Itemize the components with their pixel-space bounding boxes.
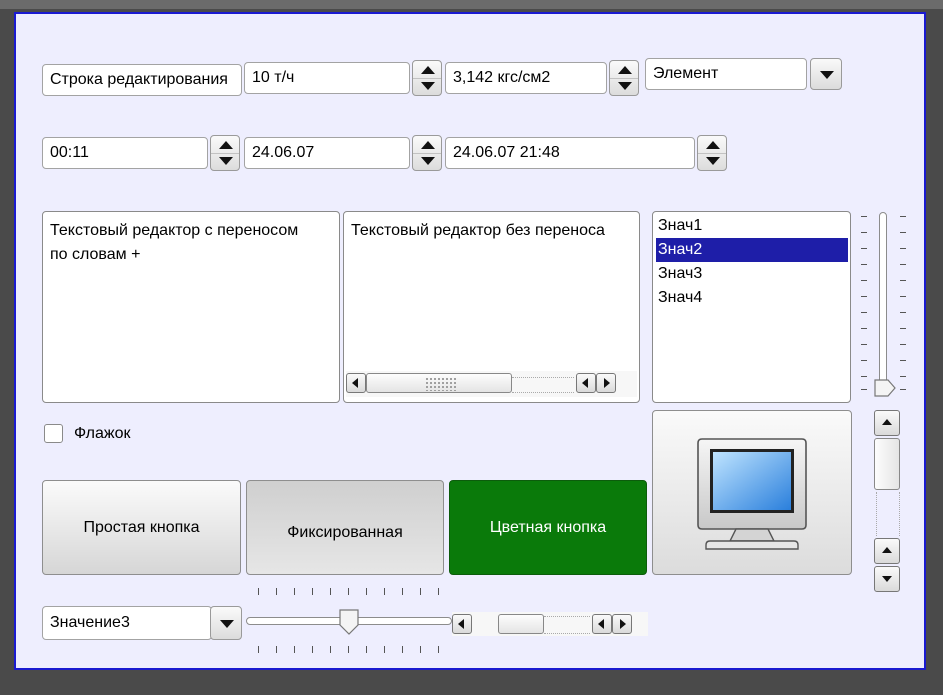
list-item[interactable]: Знач1 xyxy=(656,214,848,238)
element-combo-dropdown-button[interactable] xyxy=(810,58,842,90)
arrow-left-icon xyxy=(458,619,464,629)
controls-panel: Строка редактирования 10 т/ч 3,142 кгс/с… xyxy=(14,12,926,670)
simple-button[interactable]: Простая кнопка xyxy=(42,480,241,575)
list-item[interactable]: Знач3 xyxy=(656,262,848,286)
arrow-down-icon xyxy=(618,82,632,90)
rate-spin-buttons[interactable] xyxy=(412,60,442,96)
horizontal-scrollbar[interactable] xyxy=(346,371,637,397)
window-top-bar xyxy=(0,0,943,9)
arrow-down-icon xyxy=(421,82,435,90)
value-combo-field[interactable]: Значение3 xyxy=(42,606,212,640)
scroll-right-button[interactable] xyxy=(612,614,632,634)
scroll-up-button[interactable] xyxy=(874,538,900,564)
edit-line-field[interactable]: Строка редактирования xyxy=(42,64,242,96)
pressure-spin-field[interactable]: 3,142 кгс/см2 xyxy=(445,62,607,94)
fixed-toggle-button[interactable]: Фиксированная xyxy=(246,480,444,575)
scroll-left-button[interactable] xyxy=(452,614,472,634)
rate-spin-field[interactable]: 10 т/ч xyxy=(244,62,410,94)
spin-up-button[interactable] xyxy=(610,61,638,79)
arrow-right-icon xyxy=(620,619,626,629)
picture-button[interactable] xyxy=(652,410,852,575)
arrow-right-icon xyxy=(604,378,610,388)
scroll-left-button[interactable] xyxy=(576,373,596,393)
scroll-track[interactable] xyxy=(544,616,590,634)
colored-button-label: Цветная кнопка xyxy=(489,518,607,536)
arrow-left-icon xyxy=(352,378,358,388)
chevron-down-icon xyxy=(220,620,234,628)
list-item-selected[interactable]: Знач2 xyxy=(656,238,848,262)
arrow-down-icon xyxy=(219,157,233,165)
spin-up-button[interactable] xyxy=(698,136,726,154)
pressure-spin-buttons[interactable] xyxy=(609,60,639,96)
scroll-track[interactable] xyxy=(512,377,574,393)
spin-up-button[interactable] xyxy=(413,61,441,79)
scroll-thumb[interactable] xyxy=(874,438,900,490)
datetime-field[interactable]: 24.06.07 21:48 xyxy=(445,137,695,169)
simple-button-label: Простая кнопка xyxy=(83,518,200,536)
checkbox-label: Флажок xyxy=(74,425,131,442)
date-field[interactable]: 24.06.07 xyxy=(244,137,410,169)
datetime-spin-buttons[interactable] xyxy=(697,135,727,171)
checkbox-flag[interactable]: Флажок xyxy=(42,422,172,446)
spin-up-button[interactable] xyxy=(413,136,441,154)
vertical-slider[interactable] xyxy=(860,208,908,404)
arrow-up-icon xyxy=(706,141,720,149)
arrow-up-icon xyxy=(882,547,892,553)
scroll-left-button[interactable] xyxy=(592,614,612,634)
scroll-left-button[interactable] xyxy=(346,373,366,393)
slider-thumb[interactable] xyxy=(873,378,897,398)
monitor-icon xyxy=(697,437,807,550)
text-editor-wrap-content: Текстовый редактор с переносом по словам… xyxy=(50,222,299,263)
arrow-up-icon xyxy=(882,419,892,425)
arrow-up-icon xyxy=(219,141,233,149)
vertical-scrollbar[interactable] xyxy=(872,410,904,600)
text-editor-nowrap[interactable]: Текстовый редактор без переноса xyxy=(343,211,640,403)
scroll-down-button[interactable] xyxy=(874,566,900,592)
colored-button[interactable]: Цветная кнопка xyxy=(449,480,647,575)
spin-up-button[interactable] xyxy=(211,136,239,154)
time-spin-buttons[interactable] xyxy=(210,135,240,171)
arrow-up-icon xyxy=(421,66,435,74)
small-horizontal-scrollbar[interactable] xyxy=(452,612,648,636)
checkbox-box[interactable] xyxy=(44,424,63,443)
arrow-down-icon xyxy=(421,157,435,165)
spin-down-button[interactable] xyxy=(610,78,638,95)
spin-down-button[interactable] xyxy=(413,78,441,95)
scroll-thumb[interactable] xyxy=(366,373,512,393)
list-box[interactable]: Знач1 Знач2 Знач3 Знач4 xyxy=(652,211,851,403)
chevron-down-icon xyxy=(820,71,834,79)
arrow-up-icon xyxy=(421,141,435,149)
list-item[interactable]: Знач4 xyxy=(656,286,848,310)
element-combo-field[interactable]: Элемент xyxy=(645,58,807,90)
slider-track xyxy=(879,212,887,396)
spin-down-button[interactable] xyxy=(698,153,726,170)
horizontal-slider[interactable] xyxy=(246,588,452,658)
text-editor-nowrap-content: Текстовый редактор без переноса xyxy=(351,222,605,239)
scroll-track[interactable] xyxy=(876,492,900,536)
time-field[interactable]: 00:11 xyxy=(42,137,208,169)
value-combo-dropdown-button[interactable] xyxy=(210,606,242,640)
arrow-down-icon xyxy=(882,576,892,582)
arrow-left-icon xyxy=(582,378,588,388)
scroll-up-button[interactable] xyxy=(874,410,900,436)
grip-icon xyxy=(425,377,457,391)
scroll-thumb[interactable] xyxy=(498,614,544,634)
spin-down-button[interactable] xyxy=(211,153,239,170)
arrow-up-icon xyxy=(618,66,632,74)
fixed-button-label: Фиксированная xyxy=(287,523,403,541)
text-editor-wrap[interactable]: Текстовый редактор с переносом по словам… xyxy=(42,211,340,403)
date-spin-buttons[interactable] xyxy=(412,135,442,171)
spin-down-button[interactable] xyxy=(413,153,441,170)
arrow-left-icon xyxy=(598,619,604,629)
scroll-right-button[interactable] xyxy=(596,373,616,393)
arrow-down-icon xyxy=(706,157,720,165)
slider-thumb[interactable] xyxy=(338,608,360,636)
